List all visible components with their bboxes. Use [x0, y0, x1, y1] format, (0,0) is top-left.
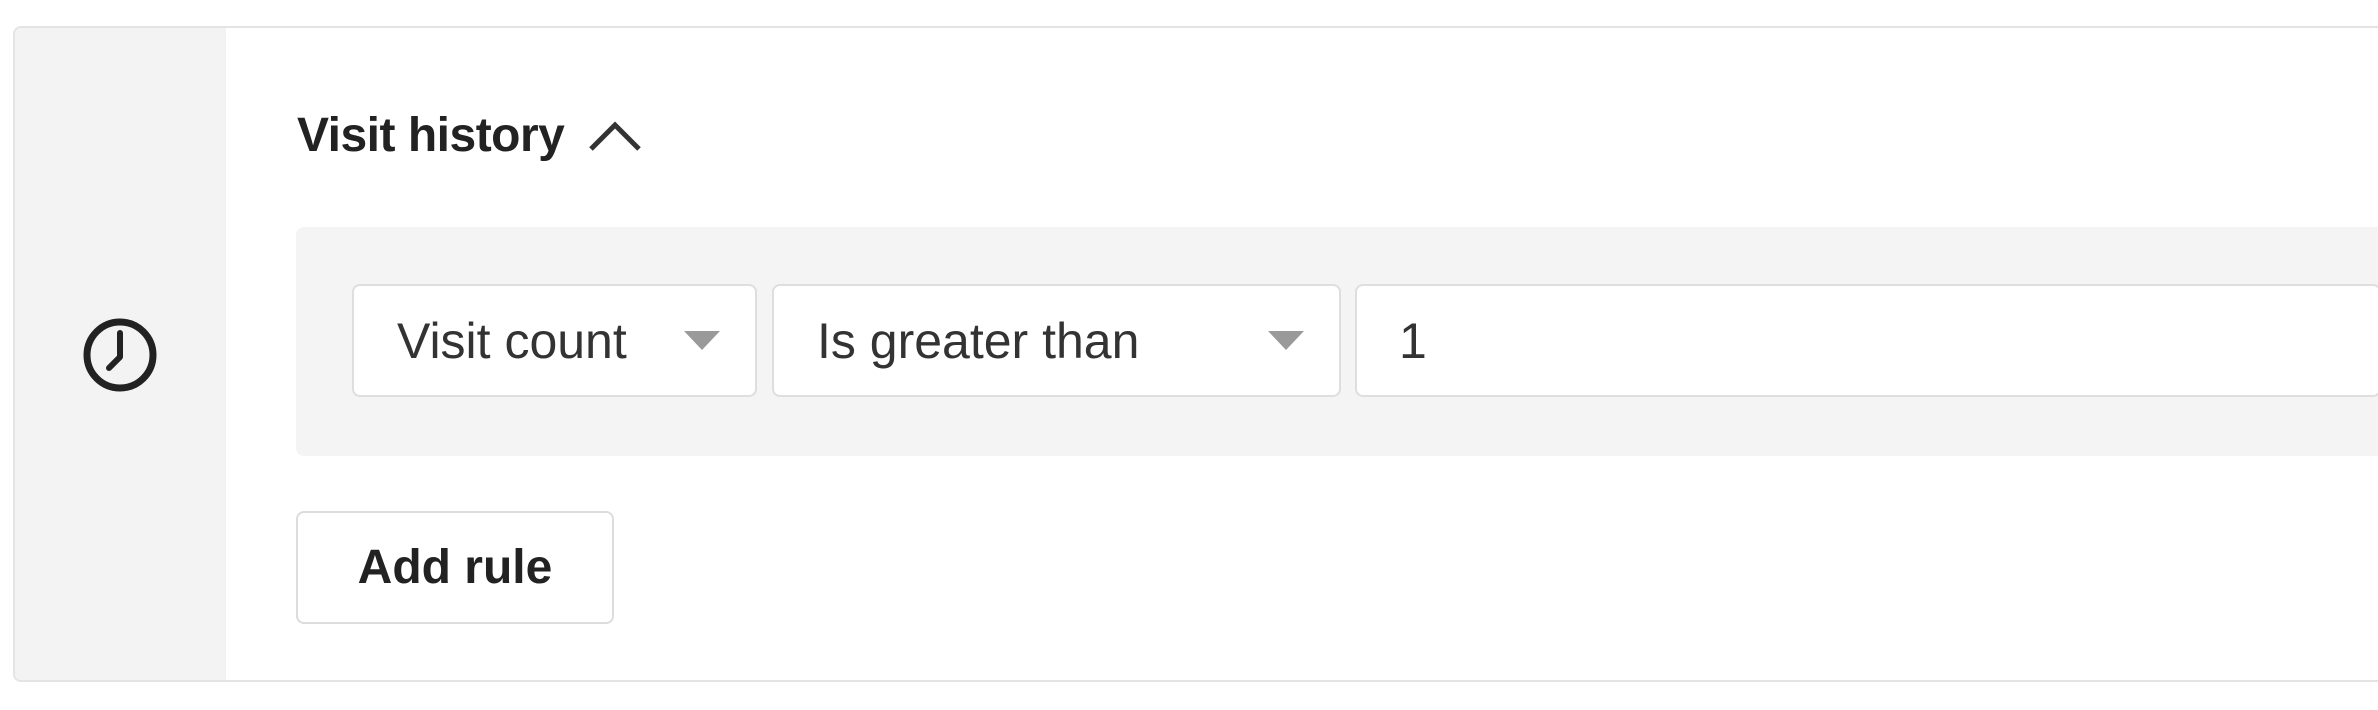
rule-operator-select[interactable]: Is greater than	[772, 284, 1341, 397]
add-rule-button[interactable]: Add rule	[296, 511, 614, 624]
clock-icon	[83, 318, 157, 392]
section-header-toggle[interactable]: Visit history	[297, 100, 642, 170]
rule-row: Visit count Is greater than	[296, 227, 2378, 456]
visit-history-condition-card: Visit history Visit count Is greater tha…	[13, 26, 2378, 682]
caret-down-icon	[684, 330, 720, 350]
rule-value-input[interactable]	[1355, 284, 2378, 397]
rule-operator-select-value: Is greater than	[817, 312, 1140, 369]
caret-down-icon	[1268, 330, 1304, 350]
rule-field-select[interactable]: Visit count	[352, 284, 757, 397]
condition-gutter	[15, 28, 226, 680]
condition-body: Visit history Visit count Is greater tha…	[226, 28, 2378, 680]
rule-field-select-value: Visit count	[397, 312, 627, 369]
chevron-up-icon[interactable]	[588, 118, 642, 152]
section-title: Visit history	[297, 108, 565, 162]
